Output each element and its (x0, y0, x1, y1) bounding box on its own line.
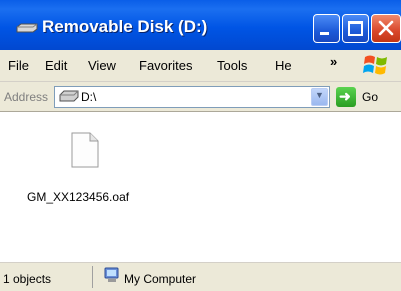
menu-edit[interactable]: Edit (45, 58, 67, 73)
drive-icon (59, 90, 79, 105)
address-field[interactable]: D:\ ▼ (54, 86, 330, 108)
go-button[interactable]: ➜ (336, 87, 356, 107)
status-object-count: 1 objects (3, 272, 52, 286)
minimize-button[interactable] (313, 14, 340, 43)
address-label: Address (4, 90, 49, 104)
menu-overflow-chevron[interactable]: » (330, 54, 337, 69)
menu-help[interactable]: He (275, 58, 292, 73)
menu-view[interactable]: View (88, 58, 116, 73)
file-name: GM_XX123456.oaf (27, 190, 130, 204)
windows-logo-icon (362, 52, 390, 81)
address-bar: Address D:\ ▼ ➜ Go (0, 82, 401, 112)
address-dropdown-button[interactable]: ▼ (311, 88, 328, 106)
status-bar: 1 objects My Computer (0, 262, 401, 291)
menu-tools[interactable]: Tools (217, 58, 247, 73)
go-label[interactable]: Go (362, 90, 378, 104)
chevron-down-icon: ▼ (315, 90, 324, 100)
blank-file-icon (70, 132, 100, 171)
window-title: Removable Disk (D:) (42, 17, 208, 36)
status-location: My Computer (124, 272, 197, 286)
close-button[interactable] (371, 14, 401, 43)
menu-file[interactable]: File (8, 58, 29, 73)
close-icon (377, 19, 395, 40)
minimize-icon (320, 32, 329, 35)
file-list[interactable]: GM_XX123456.oaf (0, 112, 401, 262)
menu-favorites[interactable]: Favorites (139, 58, 192, 73)
drive-icon (16, 22, 38, 36)
explorer-window: Removable Disk (D:) File Edit View Favor… (0, 0, 401, 291)
my-computer-icon (103, 266, 121, 287)
arrow-right-icon: ➜ (339, 88, 351, 104)
title-bar[interactable]: Removable Disk (D:) (0, 0, 401, 50)
maximize-button[interactable] (342, 14, 369, 43)
menu-bar: File Edit View Favorites Tools He » (0, 50, 401, 82)
address-value: D:\ (81, 90, 97, 104)
maximize-icon (348, 21, 363, 36)
status-divider (92, 266, 93, 288)
